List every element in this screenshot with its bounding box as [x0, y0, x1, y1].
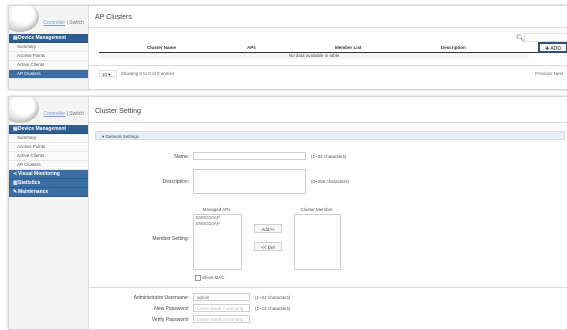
switch-link[interactable]: Switch	[69, 111, 84, 117]
admin-username-input[interactable]: admin	[193, 293, 250, 301]
controller-switch-links: Controller | Switch	[43, 20, 85, 26]
column-member-list[interactable]: Member List	[335, 45, 362, 50]
show-mac-label: Show MAC	[202, 275, 225, 280]
sidebar-item-ap-clusters[interactable]: AP Clusters	[9, 70, 88, 79]
sidebar-nav: ▤Device Management Summary Access Points…	[9, 125, 88, 197]
sidebar-nav: ▤Device Management Summary Access Points…	[9, 34, 88, 79]
showing-entries: Showing 0 to 0 of 0 entries	[121, 71, 175, 76]
page-size-select[interactable]: 10 ▾	[99, 70, 117, 77]
name-label: Name:	[174, 154, 189, 160]
page-title: AP Clusters	[95, 14, 132, 21]
main-content: AP Clusters 🔍︎ Cluster Name APs Member L…	[89, 6, 567, 89]
sidebar-section-device-management[interactable]: ▤Device Management	[9, 34, 88, 43]
sidebar-item-summary[interactable]: Summary	[9, 43, 88, 52]
main-content: Cluster Setting ▾ General Settings Name:…	[89, 97, 567, 329]
sidebar: Controller | Switch ▤Device Management S…	[9, 97, 89, 329]
managed-aps-title: Managed APs	[202, 207, 231, 212]
search-input[interactable]	[524, 33, 567, 42]
sidebar-item-active-clients[interactable]: Active Clients	[9, 61, 88, 70]
admin-username-label: Administrator Username:	[133, 295, 189, 301]
new-password-hint: (1~12 characters)	[255, 306, 291, 311]
footer-divider	[89, 65, 567, 66]
sidebar-section-maintenance[interactable]: ✎Maintenance	[9, 188, 88, 197]
sidebar-section-device-management[interactable]: ▤Device Management	[9, 125, 88, 134]
add-member-button[interactable]: Add>>	[254, 224, 282, 233]
description-textarea[interactable]	[193, 169, 306, 194]
member-setting-label: Member Setting:	[152, 236, 189, 242]
verify-password-input[interactable]: Leave blank if unchang	[193, 315, 250, 323]
description-hint: (0~256 characters)	[311, 179, 349, 184]
controller-link[interactable]: Controller	[44, 111, 66, 117]
controller-switch-links: Controller | Switch	[43, 111, 85, 117]
sidebar-item-ap-clusters[interactable]: AP Clusters	[9, 161, 88, 170]
sidebar-item-access-points[interactable]: Access Points	[9, 52, 88, 61]
sidebar-item-access-points[interactable]: Access Points	[9, 143, 88, 152]
ap-clusters-window: Controller | Switch ▤Device Management S…	[8, 5, 567, 90]
credentials-divider	[89, 287, 567, 288]
admin-username-hint: (1~32 characters)	[255, 295, 291, 300]
general-settings-header[interactable]: ▾ General Settings	[95, 131, 565, 140]
table-header: Cluster Name APs Member List Description	[99, 45, 567, 53]
cluster-member-list[interactable]	[294, 214, 341, 270]
table-empty-row: No data available in table	[99, 53, 529, 59]
title-divider	[89, 122, 567, 123]
verify-password-label: Verify Password:	[151, 317, 189, 323]
column-description[interactable]: Description	[441, 45, 466, 50]
new-password-label: New Password:	[154, 306, 189, 312]
list-item[interactable]: EWS310AP	[194, 221, 241, 227]
sidebar: Controller | Switch ▤Device Management S…	[9, 6, 89, 89]
logo	[9, 97, 39, 123]
title-divider	[89, 27, 567, 28]
sidebar-item-active-clients[interactable]: Active Clients	[9, 152, 88, 161]
sidebar-section-visual-monitoring[interactable]: ≺Visual Monitoring	[9, 170, 88, 179]
page-title: Cluster Setting	[95, 108, 141, 115]
chevron-down-icon: ▾	[108, 72, 111, 77]
managed-aps-list[interactable]: EWS310AP EWS310AP	[193, 214, 242, 270]
logo-area: Controller | Switch	[9, 97, 88, 125]
sidebar-section-statistics[interactable]: ▥Statistics	[9, 179, 88, 188]
column-cluster-name[interactable]: Cluster Name	[147, 45, 176, 50]
name-input[interactable]	[193, 152, 306, 160]
pagination[interactable]: Previous Next	[535, 71, 563, 76]
switch-link[interactable]: Switch	[69, 20, 84, 26]
controller-link[interactable]: Controller	[44, 20, 66, 26]
cluster-setting-window: Controller | Switch ▤Device Management S…	[8, 96, 567, 330]
logo	[9, 6, 39, 32]
cluster-member-title: Cluster Member	[300, 207, 333, 212]
column-aps[interactable]: APs	[247, 45, 256, 50]
add-cluster-button[interactable]: ✚ ADD	[538, 42, 567, 53]
new-password-input[interactable]: Leave blank if unchang	[193, 304, 250, 312]
del-member-button[interactable]: << Del	[254, 242, 282, 251]
name-hint: (1~32 characters)	[311, 154, 347, 159]
description-label: Description:	[162, 179, 189, 185]
show-mac-checkbox[interactable]	[195, 275, 201, 281]
sidebar-item-summary[interactable]: Summary	[9, 134, 88, 143]
logo-area: Controller | Switch	[9, 6, 88, 34]
